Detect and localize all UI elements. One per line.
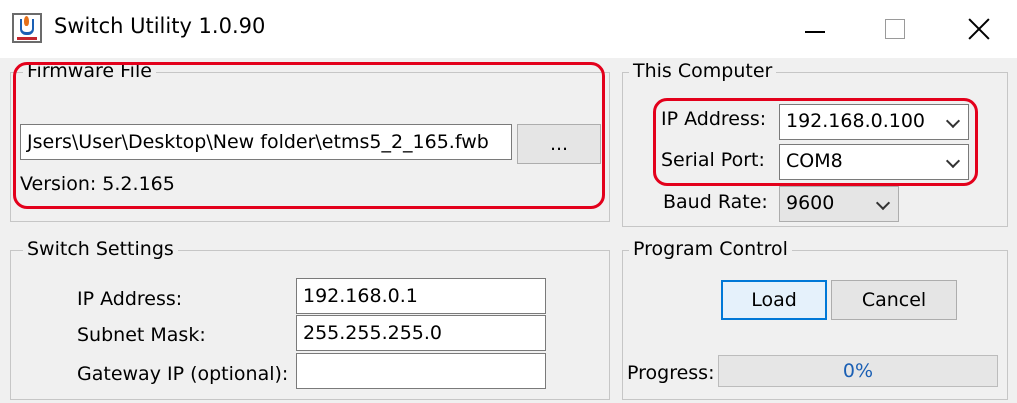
- cancel-button[interactable]: Cancel: [831, 280, 957, 320]
- window-content: Firmware File Jsers\User\Desktop\New fol…: [0, 58, 1017, 403]
- maximize-icon: [885, 19, 905, 39]
- program-group-title: Program Control: [629, 238, 792, 260]
- switch-ip-label: IP Address:: [77, 288, 183, 310]
- window-title: Switch Utility 1.0.90: [54, 14, 266, 38]
- progress-text: 0%: [842, 360, 874, 382]
- minimize-button[interactable]: [780, 0, 850, 58]
- chevron-down-icon: [875, 195, 891, 211]
- gateway-field[interactable]: [296, 353, 546, 389]
- close-icon: [967, 17, 991, 41]
- switch-group-title: Switch Settings: [23, 238, 178, 260]
- baud-rate-value: 9600: [786, 192, 835, 214]
- baud-rate-select[interactable]: 9600: [779, 186, 899, 222]
- subnet-mask-field[interactable]: 255.255.255.0: [296, 315, 546, 351]
- baud-rate-label: Baud Rate:: [663, 191, 768, 213]
- load-button[interactable]: Load: [721, 280, 827, 320]
- close-button[interactable]: [944, 0, 1014, 58]
- title-bar[interactable]: Switch Utility 1.0.90: [0, 0, 1017, 58]
- minimize-icon: [805, 31, 825, 33]
- subnet-mask-label: Subnet Mask:: [77, 324, 206, 346]
- maximize-button[interactable]: [860, 0, 930, 58]
- switch-ip-field[interactable]: 192.168.0.1: [296, 278, 546, 314]
- firmware-highlight: [13, 62, 605, 209]
- gateway-label: Gateway IP (optional):: [77, 363, 289, 385]
- java-cup-icon: [12, 13, 42, 43]
- computer-group-title: This Computer: [629, 60, 777, 82]
- progress-bar: 0%: [718, 355, 998, 387]
- progress-label: Progress:: [627, 362, 715, 384]
- computer-highlight: [653, 98, 978, 186]
